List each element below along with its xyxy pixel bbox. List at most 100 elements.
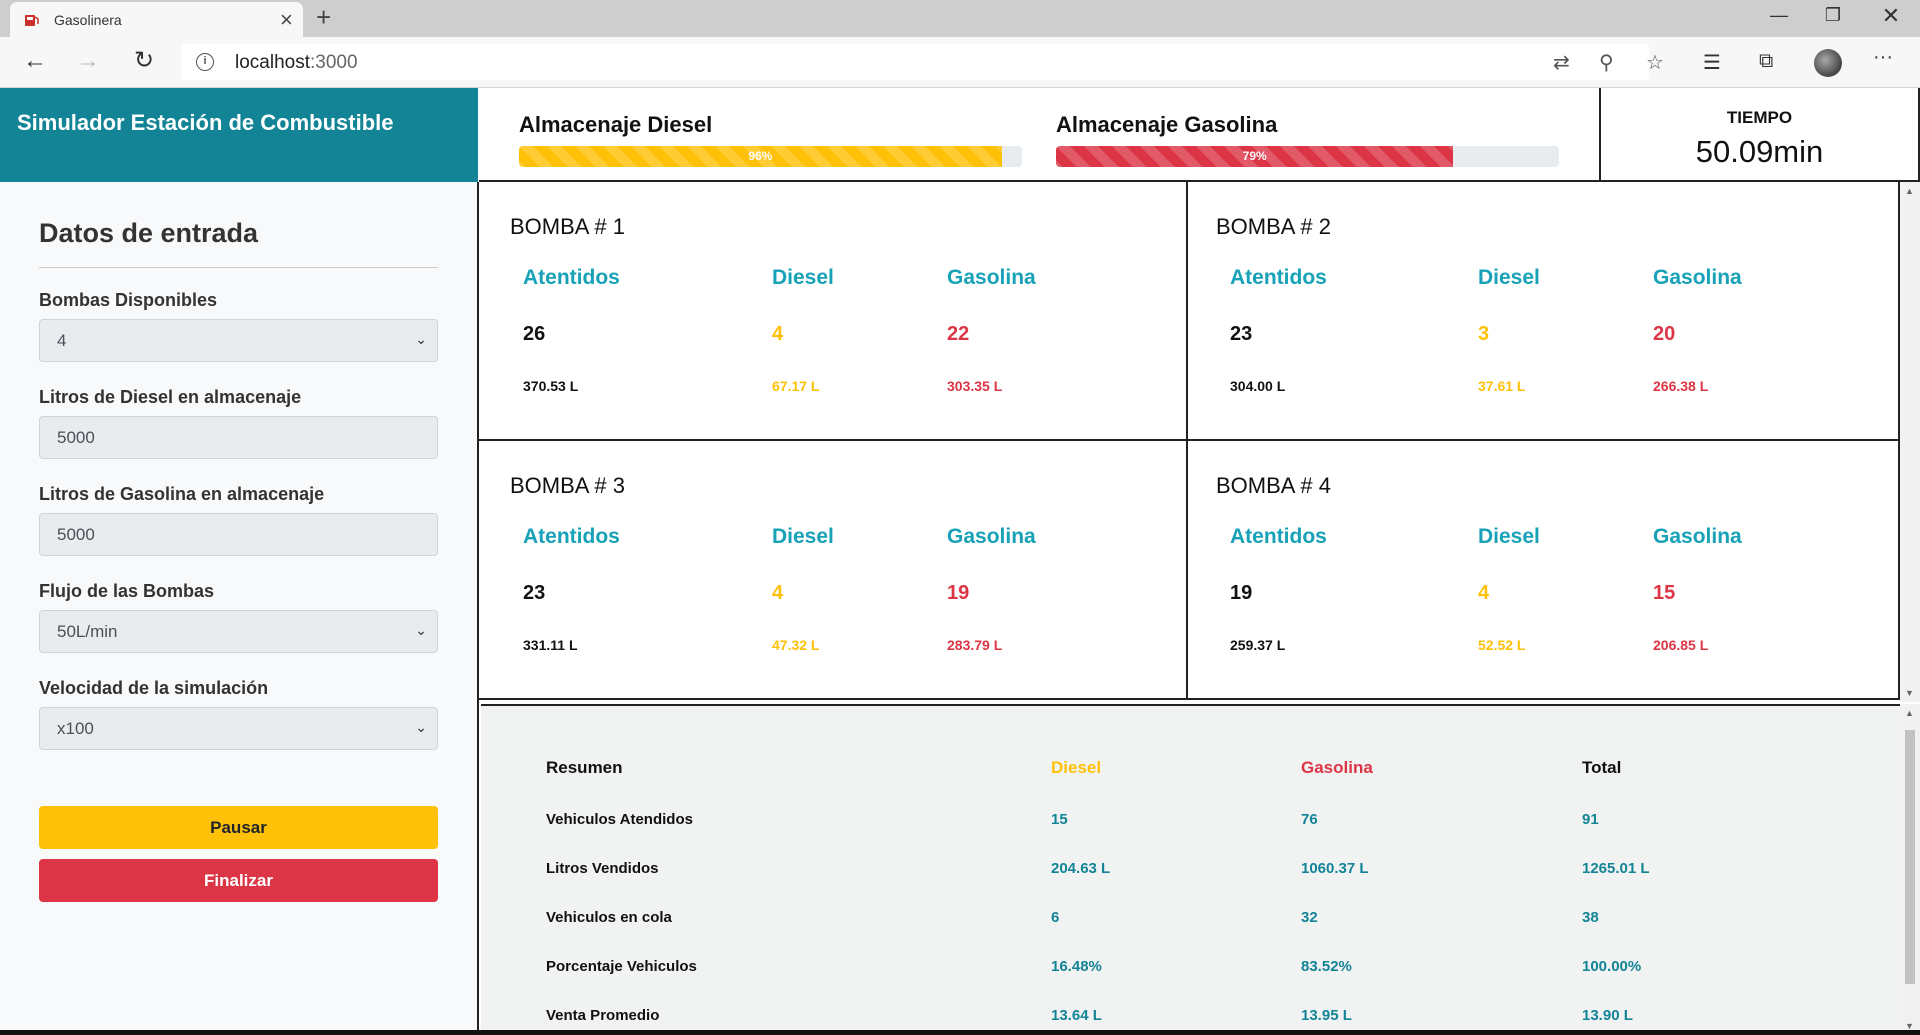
finish-button[interactable]: Finalizar: [39, 859, 438, 902]
input-sidebar: Datos de entrada Bombas Disponibles 4 ⌄ …: [0, 182, 479, 1035]
gasolina-liters-input[interactable]: 5000: [39, 513, 438, 556]
summary-diesel-value: 16.48%: [1051, 958, 1102, 975]
more-menu-icon[interactable]: ···: [1873, 46, 1893, 69]
diesel-count: 3: [1478, 323, 1490, 345]
gasolina-liters-label: Litros de Gasolina en almacenaje: [39, 484, 325, 504]
summary-header-gasolina: Gasolina: [1301, 758, 1373, 777]
forward-arrow-icon[interactable]: →: [73, 47, 103, 77]
profile-avatar[interactable]: [1814, 49, 1842, 77]
scrollbar-thumb[interactable]: [1905, 730, 1915, 984]
summary-total-value: 100.00%: [1582, 958, 1642, 975]
back-arrow-icon[interactable]: ←: [20, 47, 50, 77]
diesel-count: 4: [772, 582, 784, 604]
summary-diesel-value: 204.63 L: [1051, 860, 1111, 877]
gasolina-count: 15: [1653, 582, 1676, 604]
pumps-available-select[interactable]: 4 ⌄: [39, 319, 438, 362]
attended-liters: 370.53 L: [523, 378, 579, 394]
refresh-icon[interactable]: ↻: [129, 47, 159, 77]
summary-diesel-value: 15: [1051, 811, 1068, 828]
attended-count: 26: [523, 323, 546, 345]
attended-count: 19: [1230, 582, 1253, 604]
restore-icon[interactable]: ❐: [1810, 5, 1856, 26]
attended-count: 23: [1230, 323, 1253, 345]
summary-scrollbar[interactable]: ▲ ▼: [1900, 704, 1920, 1035]
summary-gasolina-value: 1060.37 L: [1301, 860, 1369, 877]
summary-total-value: 13.90 L: [1582, 1007, 1633, 1024]
attended-header: Atentidos: [523, 266, 620, 289]
site-info-icon[interactable]: i: [196, 53, 214, 71]
gasolina-liters: 266.38 L: [1653, 378, 1709, 394]
gasolina-storage: Almacenaje Gasolina 79%: [1056, 112, 1559, 167]
summary-total-value: 38: [1582, 909, 1599, 926]
summary-row-label: Porcentaje Vehiculos: [546, 958, 697, 975]
close-tab-icon[interactable]: ×: [280, 7, 293, 33]
summary-row-label: Vehiculos Atendidos: [546, 811, 693, 828]
pump-title: BOMBA # 3: [510, 473, 625, 498]
favorite-star-icon[interactable]: ☆: [1646, 50, 1664, 75]
close-window-icon[interactable]: ✕: [1868, 3, 1914, 29]
browser-tab[interactable]: Gasolinera ×: [10, 2, 303, 37]
gasolina-header: Gasolina: [947, 266, 1036, 289]
diesel-count: 4: [1478, 582, 1490, 604]
diesel-liters-value: 5000: [57, 428, 95, 447]
new-tab-icon[interactable]: +: [316, 2, 331, 33]
sidebar-title: Datos de entrada: [39, 218, 259, 248]
time-value: 50.09min: [1695, 134, 1824, 169]
gasolina-storage-label: Almacenaje Gasolina: [1056, 112, 1278, 137]
diesel-header: Diesel: [1478, 266, 1540, 289]
pump-title: BOMBA # 4: [1216, 473, 1331, 498]
summary-gasolina-value: 13.95 L: [1301, 1007, 1352, 1024]
gas-pump-icon: [25, 15, 39, 26]
gasolina-count: 19: [947, 582, 970, 604]
collections-icon[interactable]: ⧉: [1759, 50, 1773, 73]
scroll-down-icon[interactable]: ▼: [1905, 688, 1914, 698]
gasolina-progress-fill: 79%: [1056, 146, 1454, 167]
tab-title: Gasolinera: [54, 12, 122, 28]
summary-row-label: Litros Vendidos: [546, 860, 659, 877]
diesel-count: 4: [772, 323, 784, 345]
zoom-out-icon[interactable]: ⚲: [1599, 50, 1614, 75]
attended-liters: 259.37 L: [1230, 637, 1286, 653]
pump-flow-select[interactable]: 50L/min ⌄: [39, 610, 438, 653]
address-bar[interactable]: i localhost:3000 ⇄ ⚲ ☆: [181, 44, 1664, 80]
translate-icon[interactable]: ⇄: [1553, 50, 1570, 75]
pumps-scrollbar[interactable]: ▲ ▼: [1900, 182, 1920, 702]
sim-speed-select[interactable]: x100 ⌄: [39, 707, 438, 750]
diesel-header: Diesel: [1478, 525, 1540, 548]
scroll-up-icon[interactable]: ▲: [1905, 708, 1914, 718]
summary-diesel-value: 6: [1051, 909, 1060, 926]
gasolina-liters: 206.85 L: [1653, 637, 1709, 653]
pump-card: BOMBA # 4 Atentidos Diesel Gasolina 19 4…: [1188, 441, 1900, 700]
diesel-progress-fill: 96%: [519, 146, 1002, 167]
diesel-progress-bar: 96%: [519, 146, 1022, 167]
diesel-liters-label: Litros de Diesel en almacenaje: [39, 387, 302, 407]
summary-gasolina-value: 83.52%: [1301, 958, 1352, 975]
summary-table: Resumen Diesel Gasolina Total Vehiculos …: [481, 704, 1900, 1035]
attended-header: Atentidos: [1230, 266, 1327, 289]
summary-gasolina-value: 76: [1301, 811, 1318, 828]
sim-speed-label: Velocidad de la simulación: [39, 678, 269, 698]
divider: [39, 267, 438, 268]
chevron-down-icon: ⌄: [415, 719, 427, 735]
diesel-liters: 67.17 L: [772, 378, 820, 394]
favorites-list-icon[interactable]: ☰: [1703, 50, 1721, 75]
browser-tab-bar: Gasolinera × + — ❐ ✕: [0, 0, 1920, 37]
minimize-icon[interactable]: —: [1756, 5, 1802, 26]
pumps-grid: BOMBA # 1 Atentidos Diesel Gasolina 26 4…: [479, 182, 1900, 702]
diesel-header: Diesel: [772, 266, 834, 289]
attended-liters: 304.00 L: [1230, 378, 1286, 394]
attended-header: Atentidos: [523, 525, 620, 548]
time-panel: TIEMPO 50.09min: [1599, 88, 1920, 182]
app: Simulador Estación de Combustible Almace…: [0, 88, 1920, 1035]
diesel-liters: 47.32 L: [772, 637, 820, 653]
pause-button[interactable]: Pausar: [39, 806, 438, 849]
summary-row-label: Venta Promedio: [546, 1007, 660, 1024]
diesel-liters-input[interactable]: 5000: [39, 416, 438, 459]
gasolina-header: Gasolina: [1653, 266, 1742, 289]
gasolina-liters: 283.79 L: [947, 637, 1003, 653]
scroll-up-icon[interactable]: ▲: [1905, 186, 1914, 196]
summary-header-total: Total: [1582, 758, 1622, 777]
storage-panel: Almacenaje Diesel 96% Almacenaje Gasolin…: [479, 88, 1599, 182]
pump-flow-value: 50L/min: [57, 622, 118, 641]
diesel-liters: 52.52 L: [1478, 637, 1526, 653]
